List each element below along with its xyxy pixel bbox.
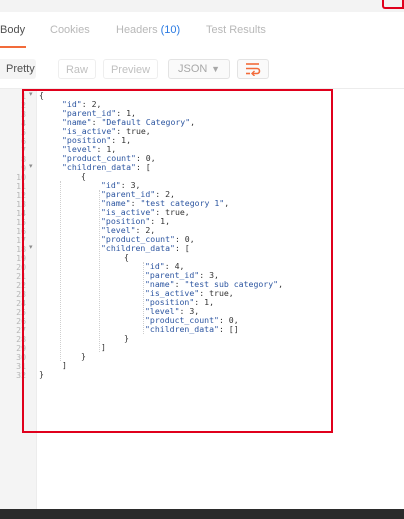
headers-count: (10)	[160, 24, 181, 36]
tab-test-results[interactable]: Test Results	[206, 24, 266, 36]
view-pretty-button[interactable]: Pretty	[0, 59, 36, 79]
format-select[interactable]: JSON ▼	[168, 59, 230, 79]
tab-headers[interactable]: Headers (10)	[116, 24, 180, 36]
view-raw-button[interactable]: Raw	[58, 59, 96, 79]
wrap-lines-button[interactable]	[237, 59, 269, 79]
response-tabs: Body Cookies Headers (10) Test Results	[0, 12, 404, 49]
tab-cookies[interactable]: Cookies	[50, 24, 90, 36]
format-select-value: JSON	[178, 63, 208, 75]
red-highlight-box	[22, 89, 333, 433]
bottom-bar	[0, 509, 404, 519]
view-toolbar: Pretty Raw Preview JSON ▼	[0, 48, 404, 89]
tab-body[interactable]: Body	[0, 24, 25, 36]
response-editor[interactable]: 1 2 3 4 5 6 7 8 9 10 11 12 13 14 15 16 17 18 19 20 21 22 23 24 2…	[0, 89, 404, 509]
tab-headers-label: Headers	[116, 24, 158, 36]
chevron-down-icon: ▼	[211, 64, 220, 74]
highlight-corner	[382, 0, 404, 9]
wrap-lines-icon	[246, 63, 261, 76]
view-preview-button[interactable]: Preview	[103, 59, 158, 79]
